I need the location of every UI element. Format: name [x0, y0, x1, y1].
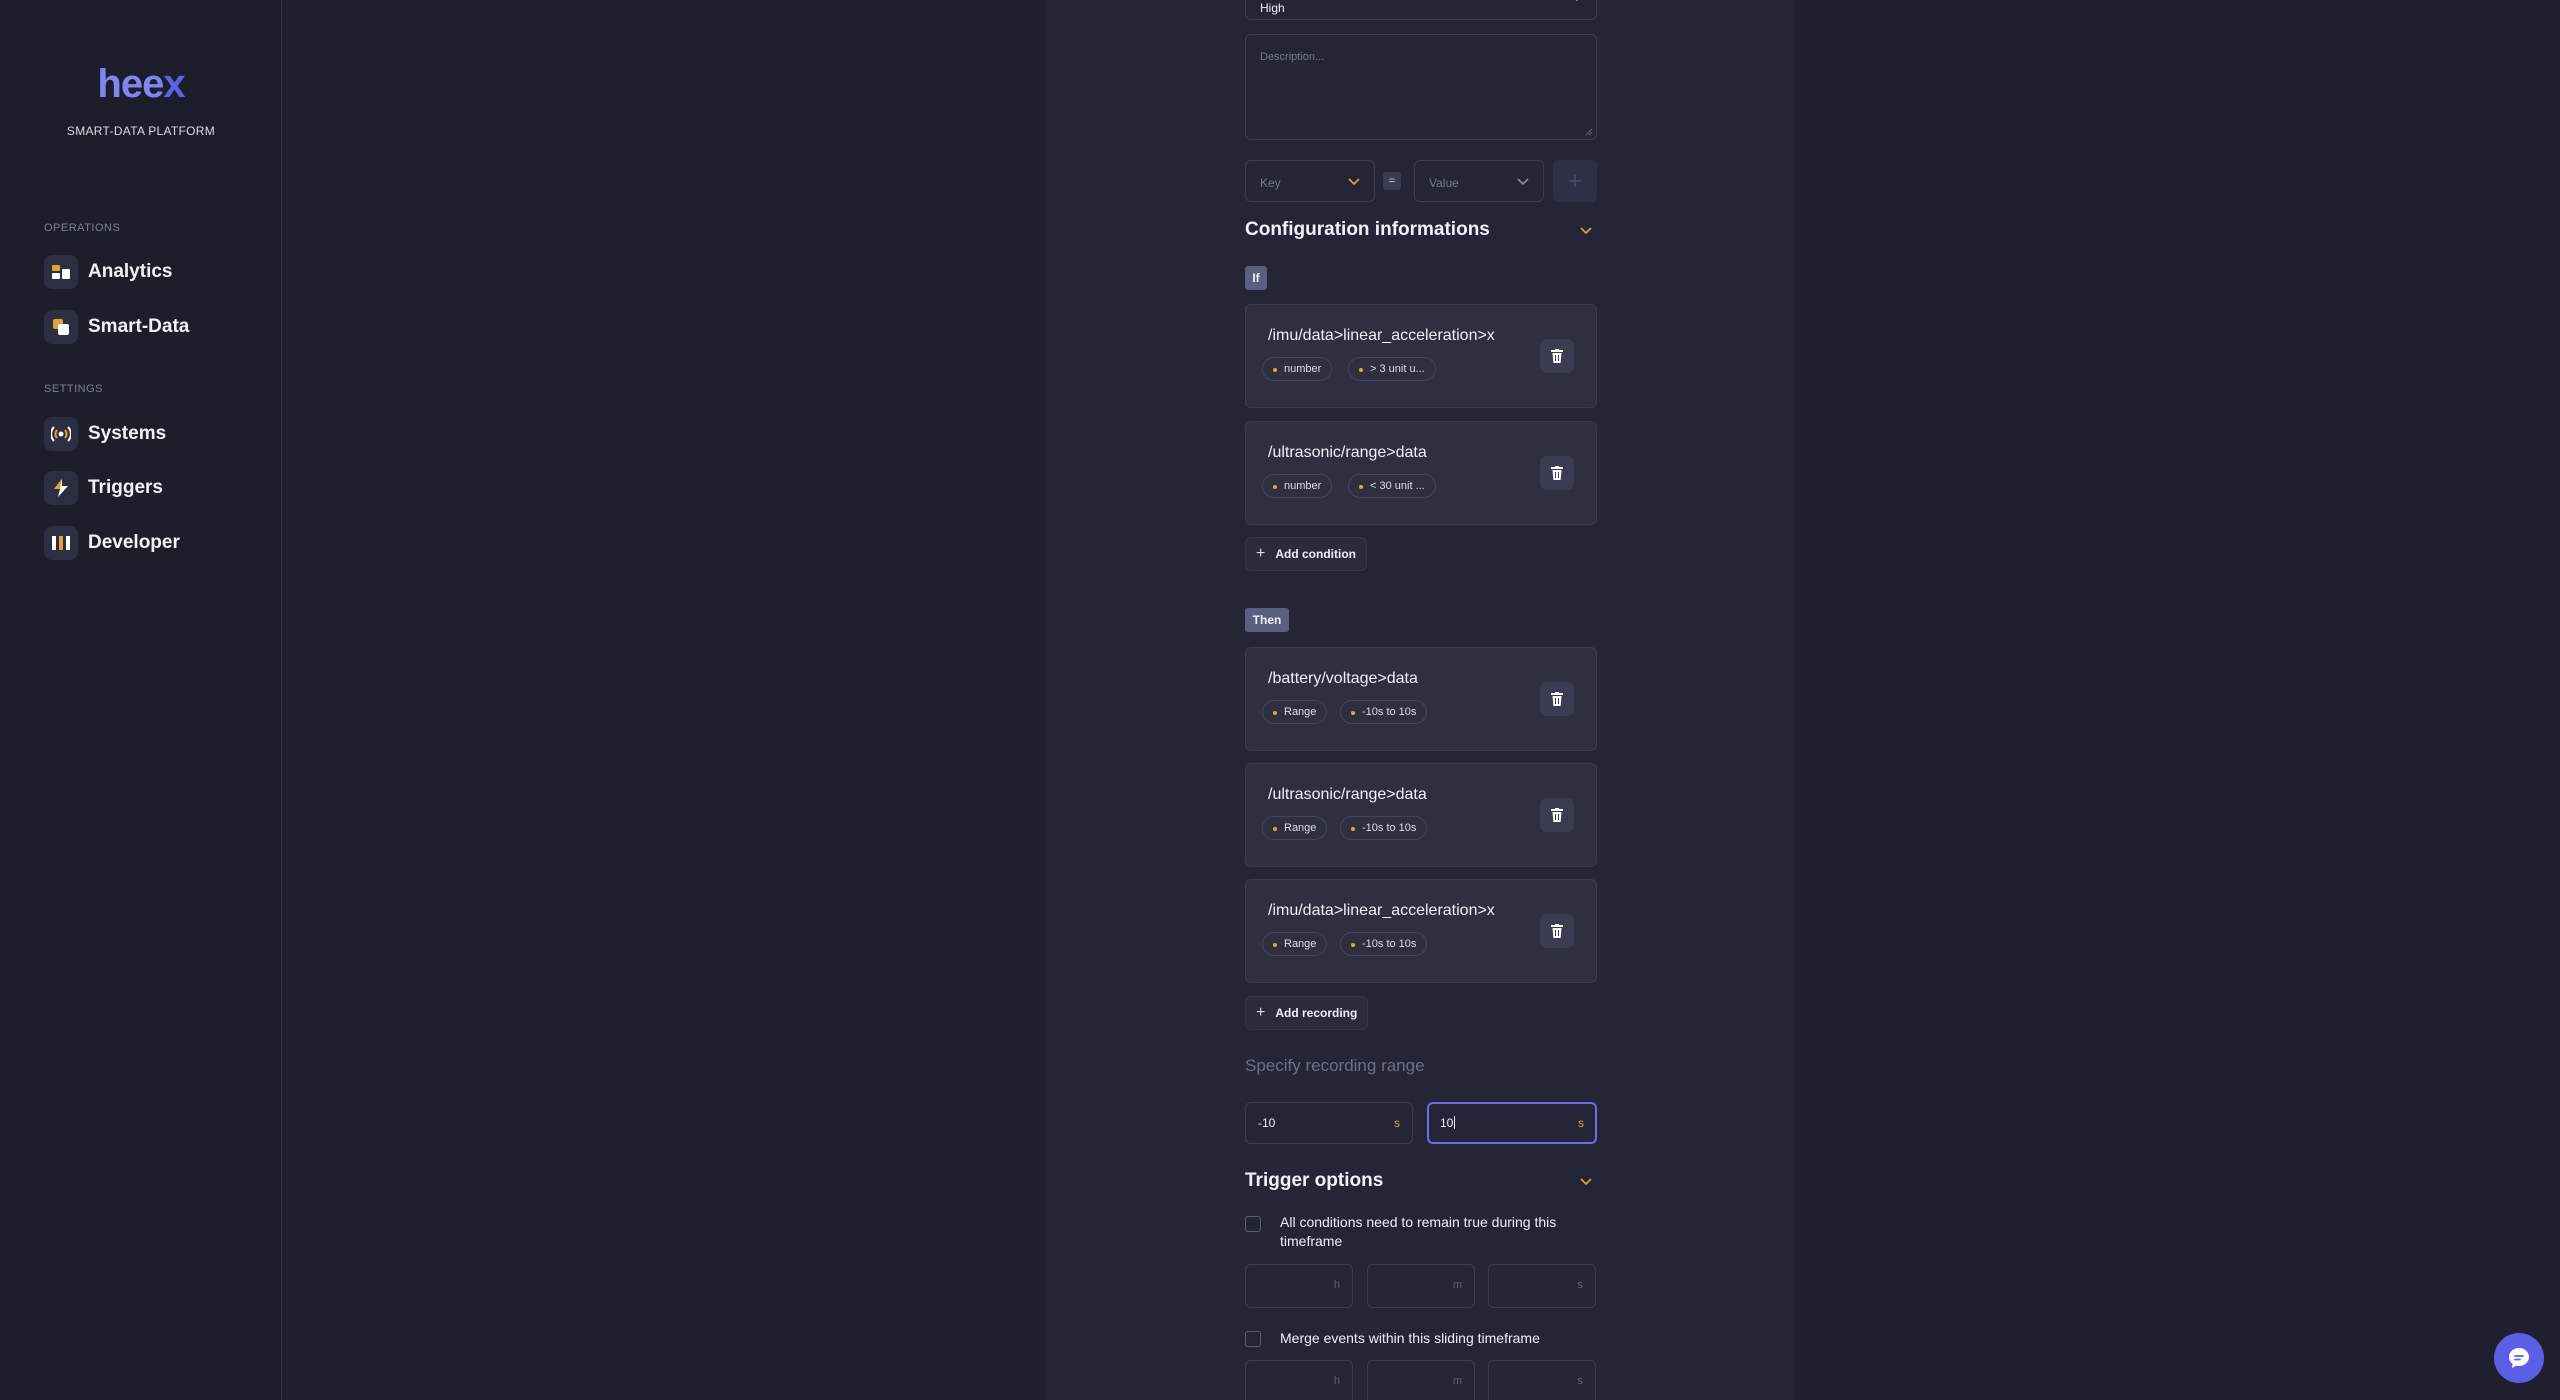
condition-rule-pill: < 30 unit ... [1348, 474, 1436, 498]
chevron-down-icon [1575, 0, 1579, 1]
plus-icon: + [1256, 1004, 1266, 1021]
plus-icon: + [1256, 545, 1266, 562]
section-title-settings: SETTINGS [44, 383, 104, 395]
recording-range-pill: -10s to 10s [1340, 932, 1428, 956]
sidebar-item-systems[interactable]: Systems [44, 416, 166, 452]
recording-title: /battery/voltage>data [1268, 670, 1418, 687]
recording-range-label: Specify recording range [1245, 1056, 1425, 1075]
triggers-icon [44, 471, 78, 505]
sidebar-item-developer[interactable]: Developer [44, 525, 180, 561]
timeframe-seconds-input[interactable]: s [1488, 1264, 1596, 1308]
merge-events-label: Merge events within this sliding timefra… [1280, 1330, 1540, 1346]
delete-recording-button[interactable] [1540, 682, 1574, 716]
trigger-options-title: Trigger options [1245, 1170, 1384, 1191]
recording-title: /imu/data>linear_acceleration>x [1268, 902, 1495, 919]
recording-range-pill: -10s to 10s [1340, 816, 1428, 840]
sidebar-item-smart-data[interactable]: Smart-Data [44, 309, 189, 345]
if-tag: If [1245, 266, 1267, 290]
developer-icon [44, 526, 78, 560]
platform-subtitle: SMART-DATA PLATFORM [66, 124, 216, 138]
condition-type-pill: number [1262, 474, 1333, 498]
range-start-unit: s [1394, 1116, 1400, 1130]
logo[interactable]: heex [0, 62, 282, 107]
recording-type-pill: Range [1262, 932, 1328, 956]
recording-type-pill: Range [1262, 816, 1328, 840]
recording-type-pill: Range [1262, 700, 1328, 724]
priority-select[interactable]: High [1245, 0, 1597, 20]
trash-icon [1551, 924, 1563, 938]
section-title-operations: OPERATIONS [44, 222, 121, 234]
timeframe-hours-input[interactable]: h [1245, 1264, 1353, 1308]
chevron-down-icon [1348, 178, 1360, 185]
range-end-unit: s [1578, 1116, 1584, 1130]
equals-sign: = [1383, 172, 1401, 190]
remain-true-label: All conditions need to remain true durin… [1280, 1214, 1557, 1249]
description-textarea[interactable]: Description... [1245, 34, 1597, 140]
condition-title: /imu/data>linear_acceleration>x [1268, 327, 1495, 344]
chat-support-button[interactable] [2494, 1333, 2544, 1383]
delete-recording-button[interactable] [1540, 914, 1574, 948]
sidebar-item-triggers[interactable]: Triggers [44, 470, 163, 506]
value-select[interactable]: Value [1414, 160, 1544, 202]
range-start-value: -10 [1258, 1116, 1276, 1130]
sidebar-item-analytics[interactable]: Analytics [44, 254, 172, 290]
sidebar-item-label: Developer [88, 532, 180, 553]
key-select[interactable]: Key [1245, 160, 1375, 202]
chevron-down-icon[interactable] [1580, 227, 1592, 234]
smart-data-icon [44, 310, 78, 344]
add-recording-label: Add recording [1275, 1006, 1358, 1020]
add-condition-button[interactable]: + Add condition [1245, 537, 1367, 571]
then-tag: Then [1245, 608, 1289, 632]
condition-card: /ultrasonic/range>data number < 30 unit … [1245, 421, 1597, 525]
analytics-icon [44, 255, 78, 289]
value-placeholder: Value [1429, 176, 1459, 190]
condition-card: /imu/data>linear_acceleration>x number >… [1245, 304, 1597, 408]
add-key-value-button[interactable] [1553, 160, 1597, 202]
timeframe-minutes-input[interactable]: m [1367, 1264, 1475, 1308]
plus-icon [1569, 175, 1581, 187]
trash-icon [1551, 808, 1563, 822]
delete-recording-button[interactable] [1540, 798, 1574, 832]
trash-icon [1551, 692, 1563, 706]
chevron-down-icon [1517, 178, 1529, 185]
trash-icon [1551, 349, 1563, 363]
sidebar-item-label: Systems [88, 423, 167, 444]
recording-card: /battery/voltage>data Range -10s to 10s [1245, 647, 1597, 751]
recording-card: /imu/data>linear_acceleration>x Range -1… [1245, 879, 1597, 983]
delete-condition-button[interactable] [1540, 456, 1574, 490]
condition-type-pill: number [1262, 357, 1333, 381]
chat-icon [2509, 1348, 2529, 1368]
add-condition-label: Add condition [1275, 547, 1356, 561]
recording-title: /ultrasonic/range>data [1268, 786, 1427, 803]
condition-title: /ultrasonic/range>data [1268, 444, 1427, 461]
sidebar: heex SMART-DATA PLATFORM OPERATIONS Anal… [0, 0, 282, 1400]
range-end-input[interactable]: 10 s [1427, 1102, 1597, 1144]
key-placeholder: Key [1260, 176, 1281, 190]
merge-minutes-input[interactable]: m [1367, 1360, 1475, 1400]
delete-condition-button[interactable] [1540, 339, 1574, 373]
range-end-value: 10 [1440, 1116, 1456, 1130]
merge-seconds-input[interactable]: s [1488, 1360, 1596, 1400]
merge-hours-input[interactable]: h [1245, 1360, 1353, 1400]
sidebar-item-label: Analytics [88, 261, 173, 282]
resize-handle-icon[interactable] [1585, 128, 1593, 136]
description-placeholder: Description... [1260, 51, 1325, 63]
priority-value: High [1260, 1, 1285, 15]
sidebar-item-label: Smart-Data [88, 316, 190, 337]
configuration-section-title: Configuration informations [1245, 219, 1490, 240]
trash-icon [1551, 466, 1563, 480]
recording-range-pill: -10s to 10s [1340, 700, 1428, 724]
systems-icon [44, 417, 78, 451]
recording-card: /ultrasonic/range>data Range -10s to 10s [1245, 763, 1597, 867]
chevron-down-icon[interactable] [1580, 1178, 1592, 1185]
merge-events-checkbox[interactable] [1245, 1331, 1261, 1347]
condition-rule-pill: > 3 unit u... [1348, 357, 1436, 381]
add-recording-button[interactable]: + Add recording [1245, 996, 1369, 1030]
remain-true-checkbox[interactable] [1245, 1216, 1261, 1232]
sidebar-item-label: Triggers [88, 477, 163, 498]
range-start-input[interactable]: -10 s [1245, 1102, 1413, 1144]
